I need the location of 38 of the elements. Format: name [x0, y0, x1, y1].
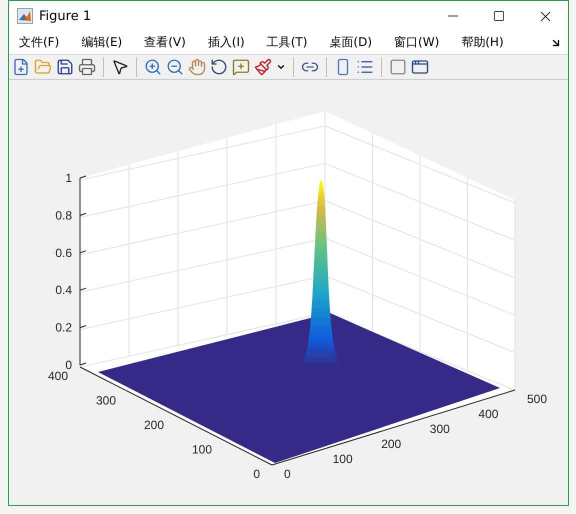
maximize-icon[interactable] [493, 10, 505, 22]
x-tick-label: 400 [478, 407, 498, 421]
y-tick-label: 400 [48, 369, 68, 383]
menu-item[interactable]: 帮助(H) [455, 34, 512, 52]
menu-item[interactable]: 窗口(W) [388, 34, 448, 52]
save-icon[interactable] [56, 58, 74, 76]
y-tick-label: 100 [192, 442, 212, 456]
menu-item[interactable]: 查看(V) [138, 34, 194, 52]
menu-item[interactable]: 插入(I) [202, 34, 253, 52]
window-icon[interactable] [411, 58, 429, 76]
z-tick-label: 0.4 [55, 283, 72, 298]
x-tick-label: 300 [430, 422, 450, 436]
z-tick-label: 0.6 [55, 246, 72, 260]
menu-item[interactable]: 文件(F) [13, 34, 68, 52]
y-tick-label: 0 [253, 467, 260, 481]
app-logo-icon [17, 8, 33, 24]
x-tick-label: 0 [284, 467, 291, 481]
x-tick-label: 500 [527, 392, 548, 406]
menu-item[interactable]: 工具(T) [260, 34, 316, 52]
zoom-out-icon[interactable] [166, 58, 184, 76]
pointer-icon[interactable] [111, 58, 129, 76]
x-tick-label: 100 [332, 452, 353, 466]
y-tick-label: 300 [96, 394, 116, 408]
brush-icon[interactable] [254, 58, 272, 76]
x-tick-label: 200 [381, 437, 402, 451]
menu-item[interactable]: 编辑(E) [75, 34, 130, 52]
menu-item[interactable]: 桌面(D) [323, 34, 380, 52]
y-tick-label: 200 [144, 418, 164, 432]
z-tick-label: 0.2 [55, 320, 72, 335]
new-file-icon[interactable] [12, 58, 30, 76]
window-title: Figure 1 [39, 8, 92, 24]
z-tick-label: 0 [65, 358, 72, 372]
z-tick-label: 0.8 [55, 208, 72, 222]
rotate-icon[interactable] [210, 58, 228, 76]
print-icon[interactable] [78, 58, 96, 76]
zoom-in-icon[interactable] [144, 58, 162, 76]
data-cursor-icon[interactable] [232, 58, 250, 76]
z-tick-label: 1 [65, 171, 72, 185]
